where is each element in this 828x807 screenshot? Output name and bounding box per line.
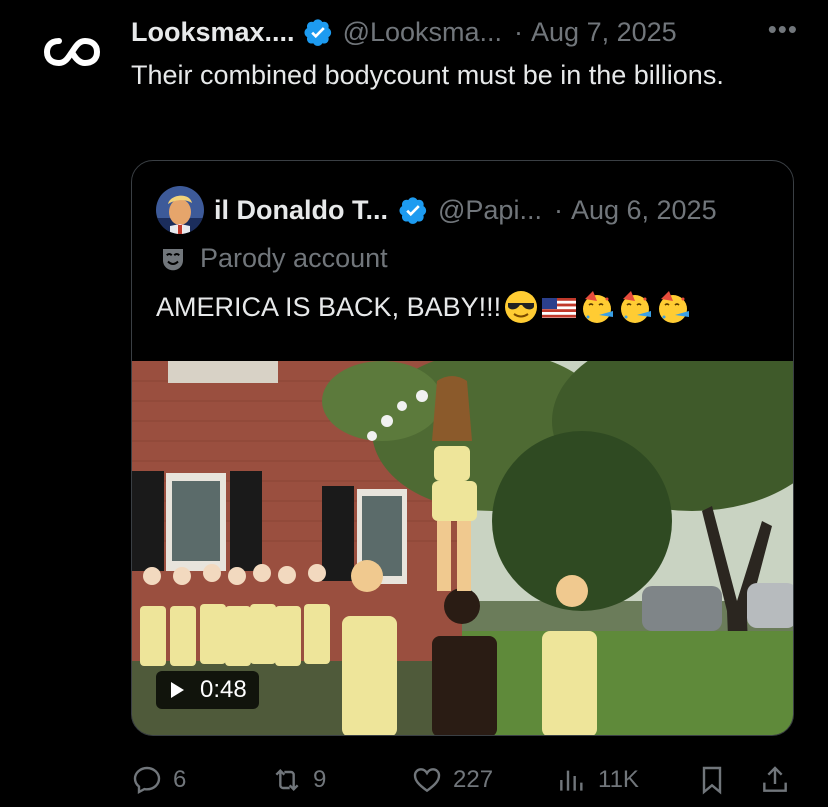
quoted-author-handle[interactable]: @Papi... [438,195,542,226]
reply-icon [133,766,161,795]
verified-badge-icon [399,197,427,224]
video-duration: 0:48 [200,676,247,703]
more-options-button[interactable]: ••• [768,14,798,45]
view-count: 11K [598,766,639,793]
quoted-author-avatar[interactable] [156,186,204,234]
quoted-post-text: AMERICA IS BACK, BABY!!! [156,291,502,322]
video-duration-badge: 0:48 [156,671,259,709]
reply-count: 6 [173,766,187,793]
like-button[interactable]: 227 [411,760,493,800]
verified-badge-icon [304,19,331,46]
author-avatar[interactable] [40,20,104,84]
play-icon [171,682,184,698]
separator-dot: · [553,194,563,225]
parody-mask-icon [163,248,183,270]
heart-icon [413,768,441,793]
quoted-author-name[interactable]: il Donaldo T... [214,195,388,226]
author-handle[interactable]: @Looksma... [343,17,502,48]
sunglasses-face-icon [505,291,538,323]
us-flag-icon [542,298,577,318]
like-count: 227 [453,766,494,793]
parody-label: Parody account [158,243,388,274]
post-text: Their combined bodycount must be in the … [131,60,724,90]
party-face-icon [621,291,652,323]
bookmark-icon [702,766,722,795]
bookmark-button[interactable] [696,760,728,800]
views-chart-icon [560,770,583,791]
parody-label-text: Parody account [200,243,388,273]
repost-icon [275,768,299,792]
action-bar: 6 9 227 11K [131,760,796,800]
author-name[interactable]: Looksmax.... [131,17,295,48]
looksmax-logo-icon [44,37,100,67]
party-face-icon [583,291,614,323]
post-date[interactable]: Aug 7, 2025 [531,17,677,48]
share-button[interactable] [759,760,791,800]
views-button[interactable]: 11K [556,760,639,800]
quoted-post[interactable]: il Donaldo T... @Papi... · Aug 6, 2025 P… [131,160,794,736]
quoted-post-date[interactable]: Aug 6, 2025 [571,195,717,226]
repost-count: 9 [313,766,327,793]
separator-dot: · [514,16,524,47]
post-header: Looksmax.... @Looksma... · Aug 7, 2025 •… [131,14,798,50]
quoted-post-text-row: AMERICA IS BACK, BABY!!! [156,289,691,325]
reply-button[interactable]: 6 [131,760,186,800]
party-face-icon [659,291,690,323]
repost-button[interactable]: 9 [271,760,326,800]
share-icon [763,766,787,792]
video-player[interactable]: 0:48 [132,361,793,735]
quoted-post-header: il Donaldo T... @Papi... · Aug 6, 2025 [156,186,773,234]
